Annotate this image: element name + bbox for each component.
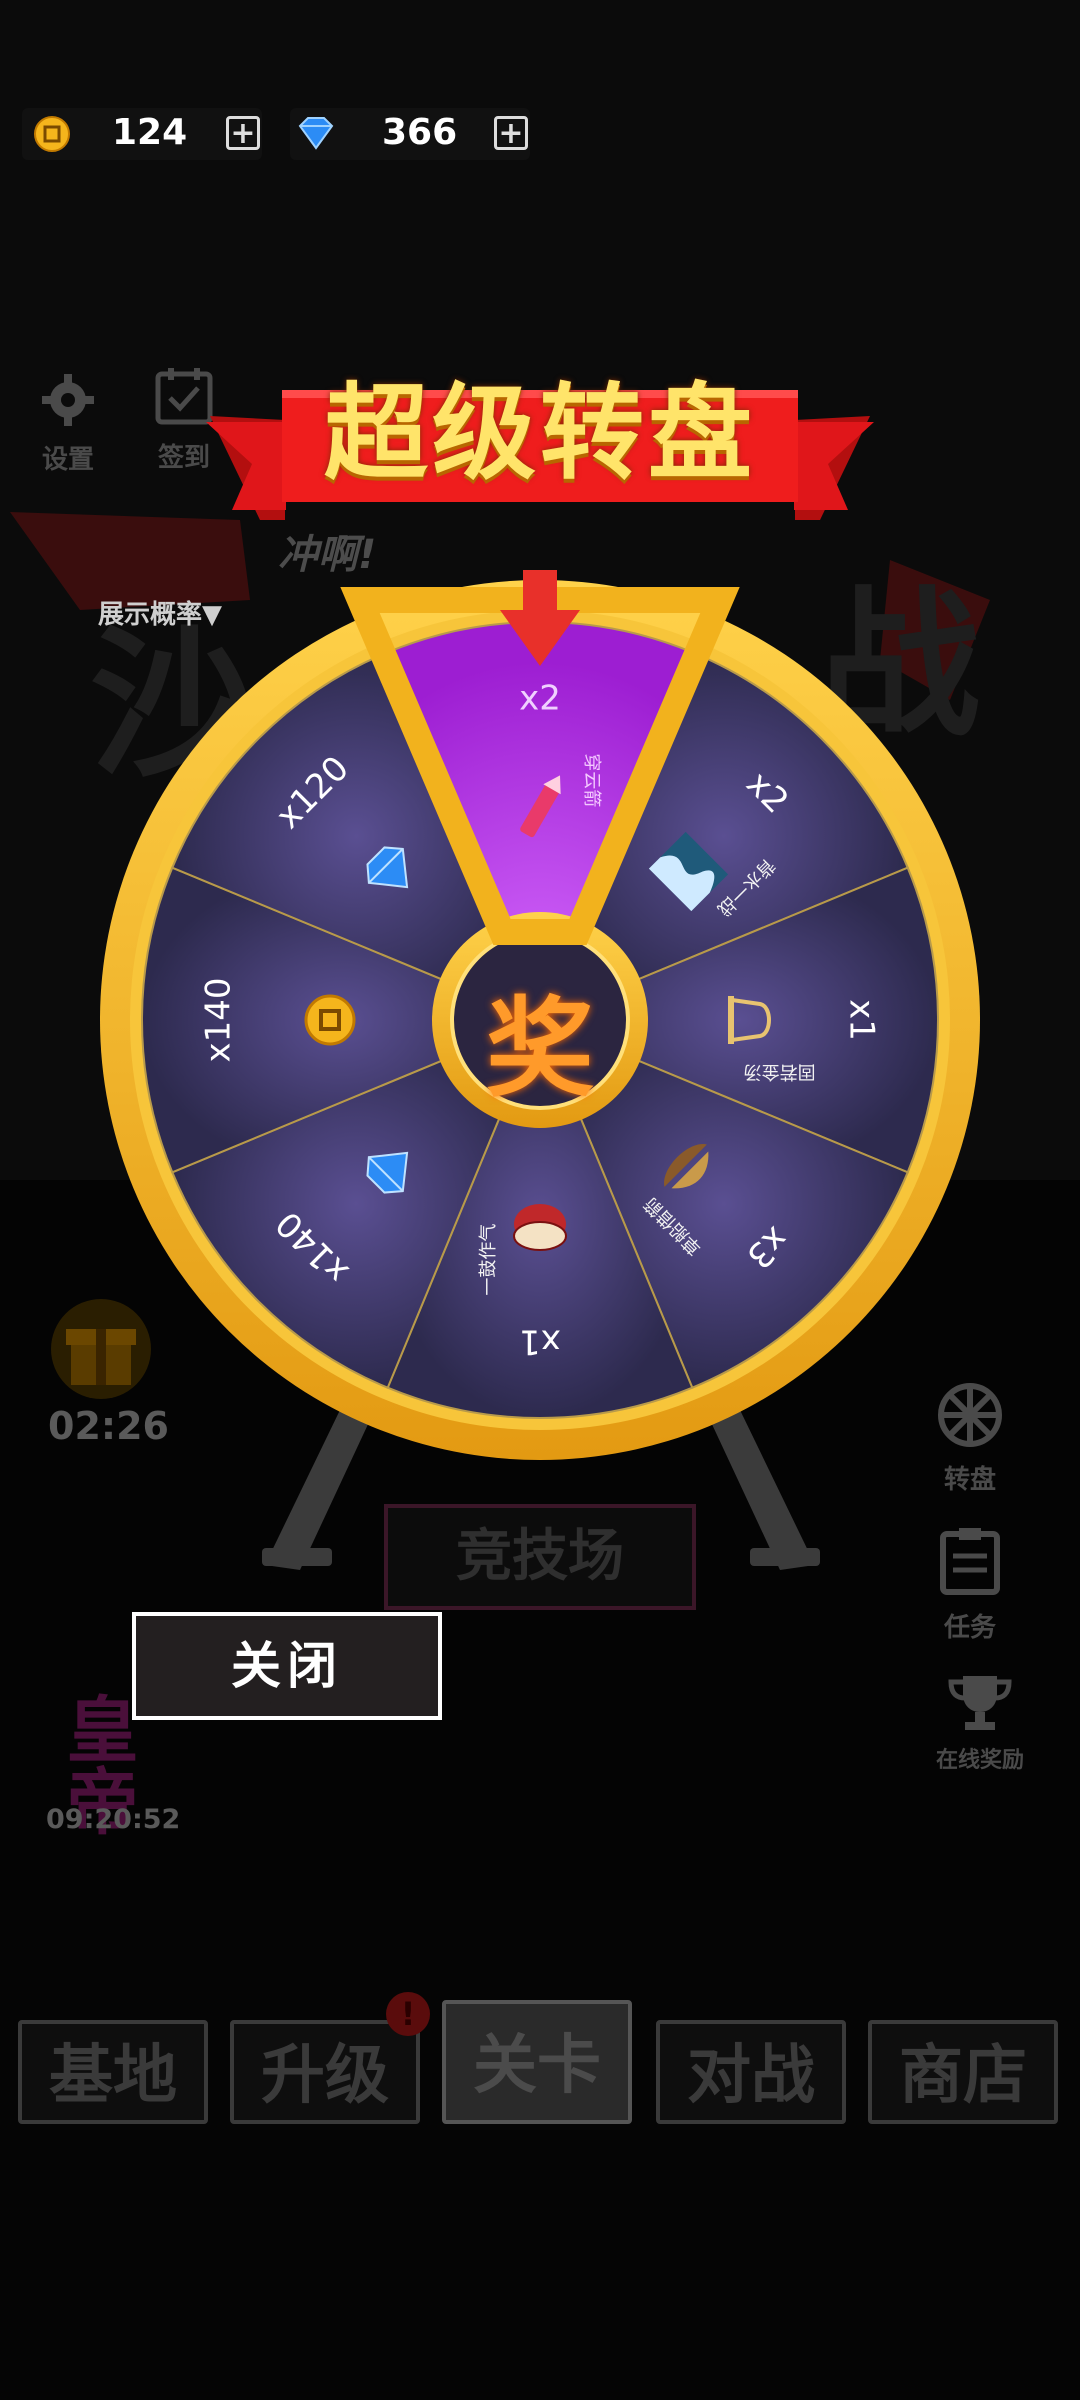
close-button[interactable]: 关闭 [132, 1612, 442, 1720]
emperor-timer: 09:20:52 [46, 1804, 181, 1835]
arena-button[interactable]: 竞技场 [384, 1504, 696, 1610]
tasks-label: 任务 [943, 1613, 996, 1643]
online-reward-button[interactable]: 在线奖励 [920, 1672, 1040, 1774]
gift-icon[interactable] [46, 1294, 156, 1404]
gift-timer: 02:26 [48, 1404, 169, 1448]
tasks-button[interactable]: 任务 [930, 1526, 1010, 1644]
nav-tab-base[interactable]: 基地 [18, 2020, 208, 2124]
segment-item-name: 固若金汤 [744, 1061, 816, 1082]
add-gems-button[interactable]: + [494, 116, 528, 150]
coin-icon [304, 994, 356, 1046]
banner-title: 超级转盘 [323, 372, 756, 494]
segment-amount: x1 [842, 999, 882, 1041]
segment-amount: x2 [519, 679, 561, 719]
coin-count: 124 [112, 112, 188, 153]
online-reward-label: 在线奖励 [935, 1748, 1024, 1773]
upgrade-badge: ! [386, 1992, 430, 2036]
nav-tab-levels[interactable]: 关卡 [442, 2000, 632, 2124]
nav-tab-battle[interactable]: 对战 [656, 2020, 846, 2124]
wheel-center-label: 奖 [485, 987, 594, 1112]
segment-item-name: 穿云箭 [581, 753, 602, 807]
diamond-icon [298, 117, 334, 150]
nav-tab-shop[interactable]: 商店 [868, 2020, 1058, 2124]
add-coins-button[interactable]: + [226, 116, 260, 150]
drum-icon [513, 1204, 567, 1251]
nav-tab-upgrade[interactable]: 升级 [230, 2020, 420, 2124]
trophy-icon [948, 1676, 1012, 1730]
wheel-menu-button[interactable]: 转盘 [930, 1382, 1010, 1496]
segment-amount: x140 [199, 977, 239, 1062]
gem-count: 366 [382, 112, 458, 153]
segment-item-name: 一鼓作气 [478, 1224, 499, 1296]
bottom-nav: 基地 升级 关卡 对战 商店 ! [18, 1980, 1064, 2130]
wheel-icon [938, 1383, 1002, 1447]
clipboard-icon [940, 1528, 1000, 1595]
segment-amount: x1 [519, 1322, 561, 1362]
coin-icon [34, 116, 70, 152]
wheel-menu-label: 转盘 [943, 1465, 996, 1495]
